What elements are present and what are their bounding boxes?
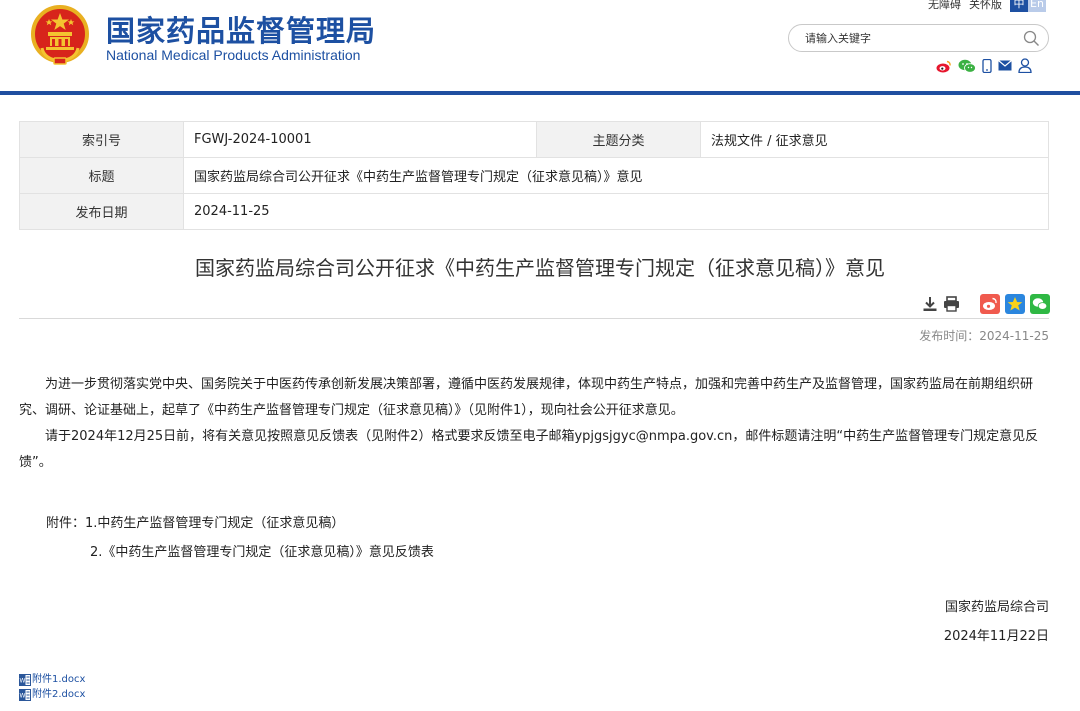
language-switch: 中 En	[1010, 0, 1046, 12]
svg-text:W: W	[20, 692, 26, 699]
signer-org: 国家药监局综合司	[944, 600, 1049, 615]
article-tools	[922, 294, 1050, 314]
file-downloads: W 附件1.docx W 附件2.docx	[19, 672, 85, 702]
article-body: 为进一步贯彻落实党中央、国务院关于中医药传承创新发展决策部署，遵循中医药发展规律…	[19, 372, 1049, 476]
share-weibo-icon[interactable]	[980, 294, 1000, 314]
user-icon[interactable]	[1018, 58, 1032, 73]
index-value: FGWJ-2024-10001	[183, 121, 537, 158]
signer-date: 2024年11月22日	[943, 629, 1049, 644]
index-label: 索引号	[19, 121, 184, 158]
mail-icon[interactable]	[998, 60, 1012, 71]
date-value: 2024-11-25	[183, 193, 1049, 230]
category-value: 法规文件 / 征求意见	[700, 121, 1049, 158]
title-value: 国家药监局综合司公开征求《中药生产监督管理专门规定（征求意见稿）》意见	[183, 157, 1049, 194]
table-row: 索引号 FGWJ-2024-10001 主题分类 法规文件 / 征求意见	[19, 121, 1049, 158]
file-name[interactable]: 附件1.docx	[32, 672, 85, 687]
search-icon[interactable]	[1023, 30, 1040, 47]
header-divider	[0, 91, 1080, 95]
search-box	[788, 24, 1049, 52]
site-header: 国家药品监督管理局 National Medical Products Admi…	[0, 0, 1080, 96]
lang-zh-button[interactable]: 中	[1010, 0, 1028, 12]
accessibility-link[interactable]: 无障碍	[928, 0, 961, 12]
word-doc-icon: W	[19, 688, 31, 701]
table-row: 发布日期 2024-11-25	[19, 193, 1049, 230]
category-label: 主题分类	[536, 121, 701, 158]
file-link-2[interactable]: W 附件2.docx	[19, 687, 85, 702]
site-title-en[interactable]: National Medical Products Administration	[106, 47, 360, 63]
national-emblem-icon	[31, 5, 89, 65]
publish-time: 发布时间：2024-11-25	[919, 329, 1049, 343]
weibo-icon[interactable]	[936, 59, 952, 73]
file-name[interactable]: 附件2.docx	[32, 687, 85, 702]
care-mode-link[interactable]: 关怀版	[969, 0, 1002, 12]
tools-divider	[19, 318, 1049, 319]
site-title-cn[interactable]: 国家药品监督管理局	[106, 8, 376, 50]
wechat-icon[interactable]	[958, 59, 976, 73]
signature-block: 国家药监局综合司 2024年11月22日	[944, 593, 1049, 651]
download-icon[interactable]	[922, 296, 938, 312]
social-icons	[936, 58, 1032, 73]
mobile-icon[interactable]	[982, 58, 992, 73]
search-input[interactable]	[805, 29, 1015, 47]
document-meta-table: 索引号 FGWJ-2024-10001 主题分类 法规文件 / 征求意见 标题 …	[19, 121, 1049, 230]
utility-links: 无障碍 关怀版 中 En	[928, 0, 1046, 12]
file-link-1[interactable]: W 附件1.docx	[19, 672, 85, 687]
title-label: 标题	[19, 157, 184, 194]
svg-text:W: W	[20, 677, 26, 684]
print-icon[interactable]	[943, 296, 960, 312]
attachment-item: 附件：1.中药生产监督管理专门规定（征求意见稿）	[46, 516, 345, 531]
attachment-item: 2.《中药生产监督管理专门规定（征求意见稿）》意见反馈表	[90, 545, 434, 560]
table-row: 标题 国家药监局综合司公开征求《中药生产监督管理专门规定（征求意见稿）》意见	[19, 157, 1049, 194]
body-paragraph: 为进一步贯彻落实党中央、国务院关于中医药传承创新发展决策部署，遵循中医药发展规律…	[19, 377, 1034, 418]
date-label: 发布日期	[19, 193, 184, 230]
share-wechat-icon[interactable]	[1030, 294, 1050, 314]
attachments-list: 附件：1.中药生产监督管理专门规定（征求意见稿） 2.《中药生产监督管理专门规定…	[46, 509, 434, 567]
lang-en-button[interactable]: En	[1028, 0, 1046, 12]
word-doc-icon: W	[19, 673, 31, 686]
article-title: 国家药监局综合司公开征求《中药生产监督管理专门规定（征求意见稿）》意见	[195, 256, 885, 280]
body-paragraph: 请于2024年12月25日前，将有关意见按照意见反馈表（见附件2）格式要求反馈至…	[19, 429, 1039, 470]
share-qzone-icon[interactable]	[1005, 294, 1025, 314]
